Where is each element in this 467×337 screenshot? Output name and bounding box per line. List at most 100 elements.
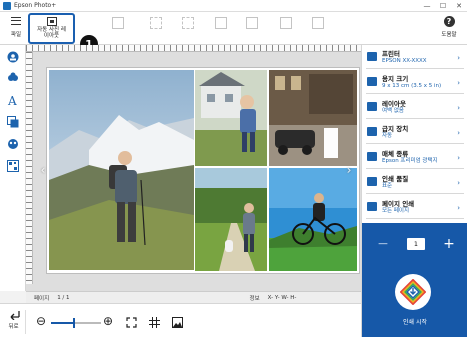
zoom-slider[interactable] xyxy=(51,318,101,328)
app-icon xyxy=(3,1,11,10)
copies-input[interactable]: 1 xyxy=(407,238,425,250)
print-quality-setting[interactable]: 인쇄 품질 표준 › xyxy=(366,173,464,194)
media-type-value: Epson 프리미엄 광택지 xyxy=(382,158,438,164)
start-print-button[interactable] xyxy=(395,274,431,310)
paper-size-setting[interactable]: 용지 크기 9 x 13 cm (3.5 x 5 in) › xyxy=(366,73,464,94)
auto-photo-layout-button[interactable]: 자동 사진 레 이아웃 xyxy=(28,13,75,44)
paper-size-value: 9 x 13 cm (3.5 x 5 in) xyxy=(382,83,442,89)
layout-setting[interactable]: 레이아웃 여백 없음 › xyxy=(366,98,464,119)
main-toolbar: 파일 자동 사진 레 이아웃 1 ? 도움말 xyxy=(0,12,467,53)
page-label: 페이지 xyxy=(34,295,50,302)
print-diamond-icon xyxy=(400,279,426,305)
window-title: Epson Photo+ xyxy=(14,2,57,9)
cyclist-photo[interactable] xyxy=(269,168,357,271)
child-house-photo[interactable] xyxy=(195,70,267,166)
grid-icon[interactable] xyxy=(149,317,160,328)
print-quality-label: 인쇄 품질 xyxy=(382,175,409,183)
city-street-photo[interactable] xyxy=(269,70,357,166)
horizontal-ruler xyxy=(26,45,361,52)
minimize-button[interactable]: — xyxy=(419,0,435,12)
text-icon[interactable]: A xyxy=(7,94,19,106)
page-indicator: 1 / 1 xyxy=(57,294,70,301)
next-page-arrow[interactable]: › xyxy=(344,163,354,177)
print-area: − 1 + 인쇄 시작 xyxy=(362,223,467,337)
zoom-slider-thumb[interactable] xyxy=(72,318,75,328)
chevron-right-icon: › xyxy=(457,179,460,187)
printer-label: 프린터 xyxy=(382,50,400,58)
paper-source-label: 급지 장치 xyxy=(382,125,409,133)
copies-stepper: − 1 + xyxy=(376,236,456,252)
add-photo-icon[interactable] xyxy=(7,51,19,63)
page-print-setting[interactable]: 페이지 인쇄 모든 페이지 › xyxy=(366,198,464,219)
chevron-right-icon: › xyxy=(457,79,460,87)
canvas-area: ‹ › xyxy=(26,45,361,291)
help-icon: ? xyxy=(443,16,455,27)
delete-icon[interactable] xyxy=(312,17,324,29)
bottom-bar: 뒤로 ⊖ ⊕ xyxy=(0,303,361,337)
fit-icon[interactable] xyxy=(150,17,162,29)
page-print-label: 페이지 인쇄 xyxy=(382,200,415,208)
align-icon[interactable] xyxy=(215,17,227,29)
left-tool-rail: A xyxy=(0,45,26,291)
park-path-photo[interactable] xyxy=(195,168,267,271)
paper-size-icon xyxy=(367,77,377,86)
chevron-right-icon: › xyxy=(457,104,460,112)
copy-icon[interactable] xyxy=(112,17,124,29)
auto-layout-icon xyxy=(46,17,57,26)
paper-source-icon xyxy=(367,127,377,136)
window-controls: — ☐ ✕ xyxy=(419,0,467,12)
qr-code-icon[interactable] xyxy=(7,160,19,172)
chevron-right-icon: › xyxy=(457,154,460,162)
paper-source-value: 자동 xyxy=(382,133,393,139)
media-type-label: 매체 종류 xyxy=(382,150,409,158)
media-type-icon xyxy=(367,152,377,161)
print-quality-icon xyxy=(367,177,377,186)
previous-page-arrow[interactable]: ‹ xyxy=(38,163,48,177)
arrange-icon[interactable] xyxy=(246,17,258,29)
increase-copies-button[interactable]: + xyxy=(442,236,456,252)
crop-icon[interactable] xyxy=(182,17,194,29)
maximize-button[interactable]: ☐ xyxy=(435,0,451,12)
chevron-right-icon: › xyxy=(457,129,460,137)
zoom-out-icon[interactable]: ⊖ xyxy=(36,314,46,328)
decrease-copies-button[interactable]: − xyxy=(376,236,390,252)
print-settings-panel: 프린터 EPSON XX-XXXX › 용지 크기 9 x 13 cm (3.5 x… xyxy=(361,45,467,337)
file-menu-label: 파일 xyxy=(10,32,22,38)
close-button[interactable]: ✕ xyxy=(451,0,467,12)
media-type-setting[interactable]: 매체 종류 Epson 프리미엄 광택지 › xyxy=(366,148,464,169)
print-page xyxy=(47,68,359,273)
page-print-icon xyxy=(367,202,377,211)
page-print-value: 모든 페이지 xyxy=(382,208,410,214)
sticker-icon[interactable] xyxy=(7,72,19,84)
title-bar: Epson Photo+ — ☐ ✕ xyxy=(0,0,467,12)
image-preview-icon[interactable] xyxy=(172,317,183,328)
layout-value: 여백 없음 xyxy=(382,108,404,114)
chevron-right-icon: › xyxy=(457,204,460,212)
epson-photo-plus-window: Epson Photo+ — ☐ ✕ 파일 자동 사진 레 이아웃 1 ? 도움… xyxy=(0,0,467,337)
help-button[interactable]: ? 도움말 xyxy=(437,14,461,42)
printer-setting[interactable]: 프린터 EPSON XX-XXXX › xyxy=(366,48,464,69)
frame-icon[interactable] xyxy=(7,116,19,128)
layer-icon[interactable] xyxy=(280,17,292,29)
printer-value: EPSON XX-XXXX xyxy=(382,58,427,64)
auto-layout-label-line2: 이아웃 xyxy=(43,33,60,39)
vertical-ruler xyxy=(26,52,33,284)
back-label: 뒤로 xyxy=(8,324,19,330)
back-arrow-icon xyxy=(10,311,20,320)
file-menu-button[interactable]: 파일 xyxy=(4,14,28,42)
paper-source-setting[interactable]: 급지 장치 자동 › xyxy=(366,123,464,144)
fit-to-window-icon[interactable] xyxy=(126,317,137,328)
svg-text:A: A xyxy=(7,94,17,106)
stamp-icon[interactable] xyxy=(7,138,19,150)
print-quality-value: 표준 xyxy=(382,183,393,189)
start-print-label: 인쇄 시작 xyxy=(403,319,427,326)
status-bar: 페이지 1 / 1 정보 X- Y- W- H- xyxy=(26,291,361,303)
layout-label: 레이아웃 xyxy=(382,100,406,108)
hamburger-icon xyxy=(11,17,21,25)
chevron-right-icon: › xyxy=(457,54,460,62)
zoom-in-icon[interactable]: ⊕ xyxy=(103,314,113,328)
zoom-slider-fill xyxy=(51,322,74,324)
hiker-mountain-photo[interactable] xyxy=(49,70,194,270)
help-label: 도움말 xyxy=(441,32,457,38)
back-button[interactable]: 뒤로 xyxy=(2,310,26,334)
